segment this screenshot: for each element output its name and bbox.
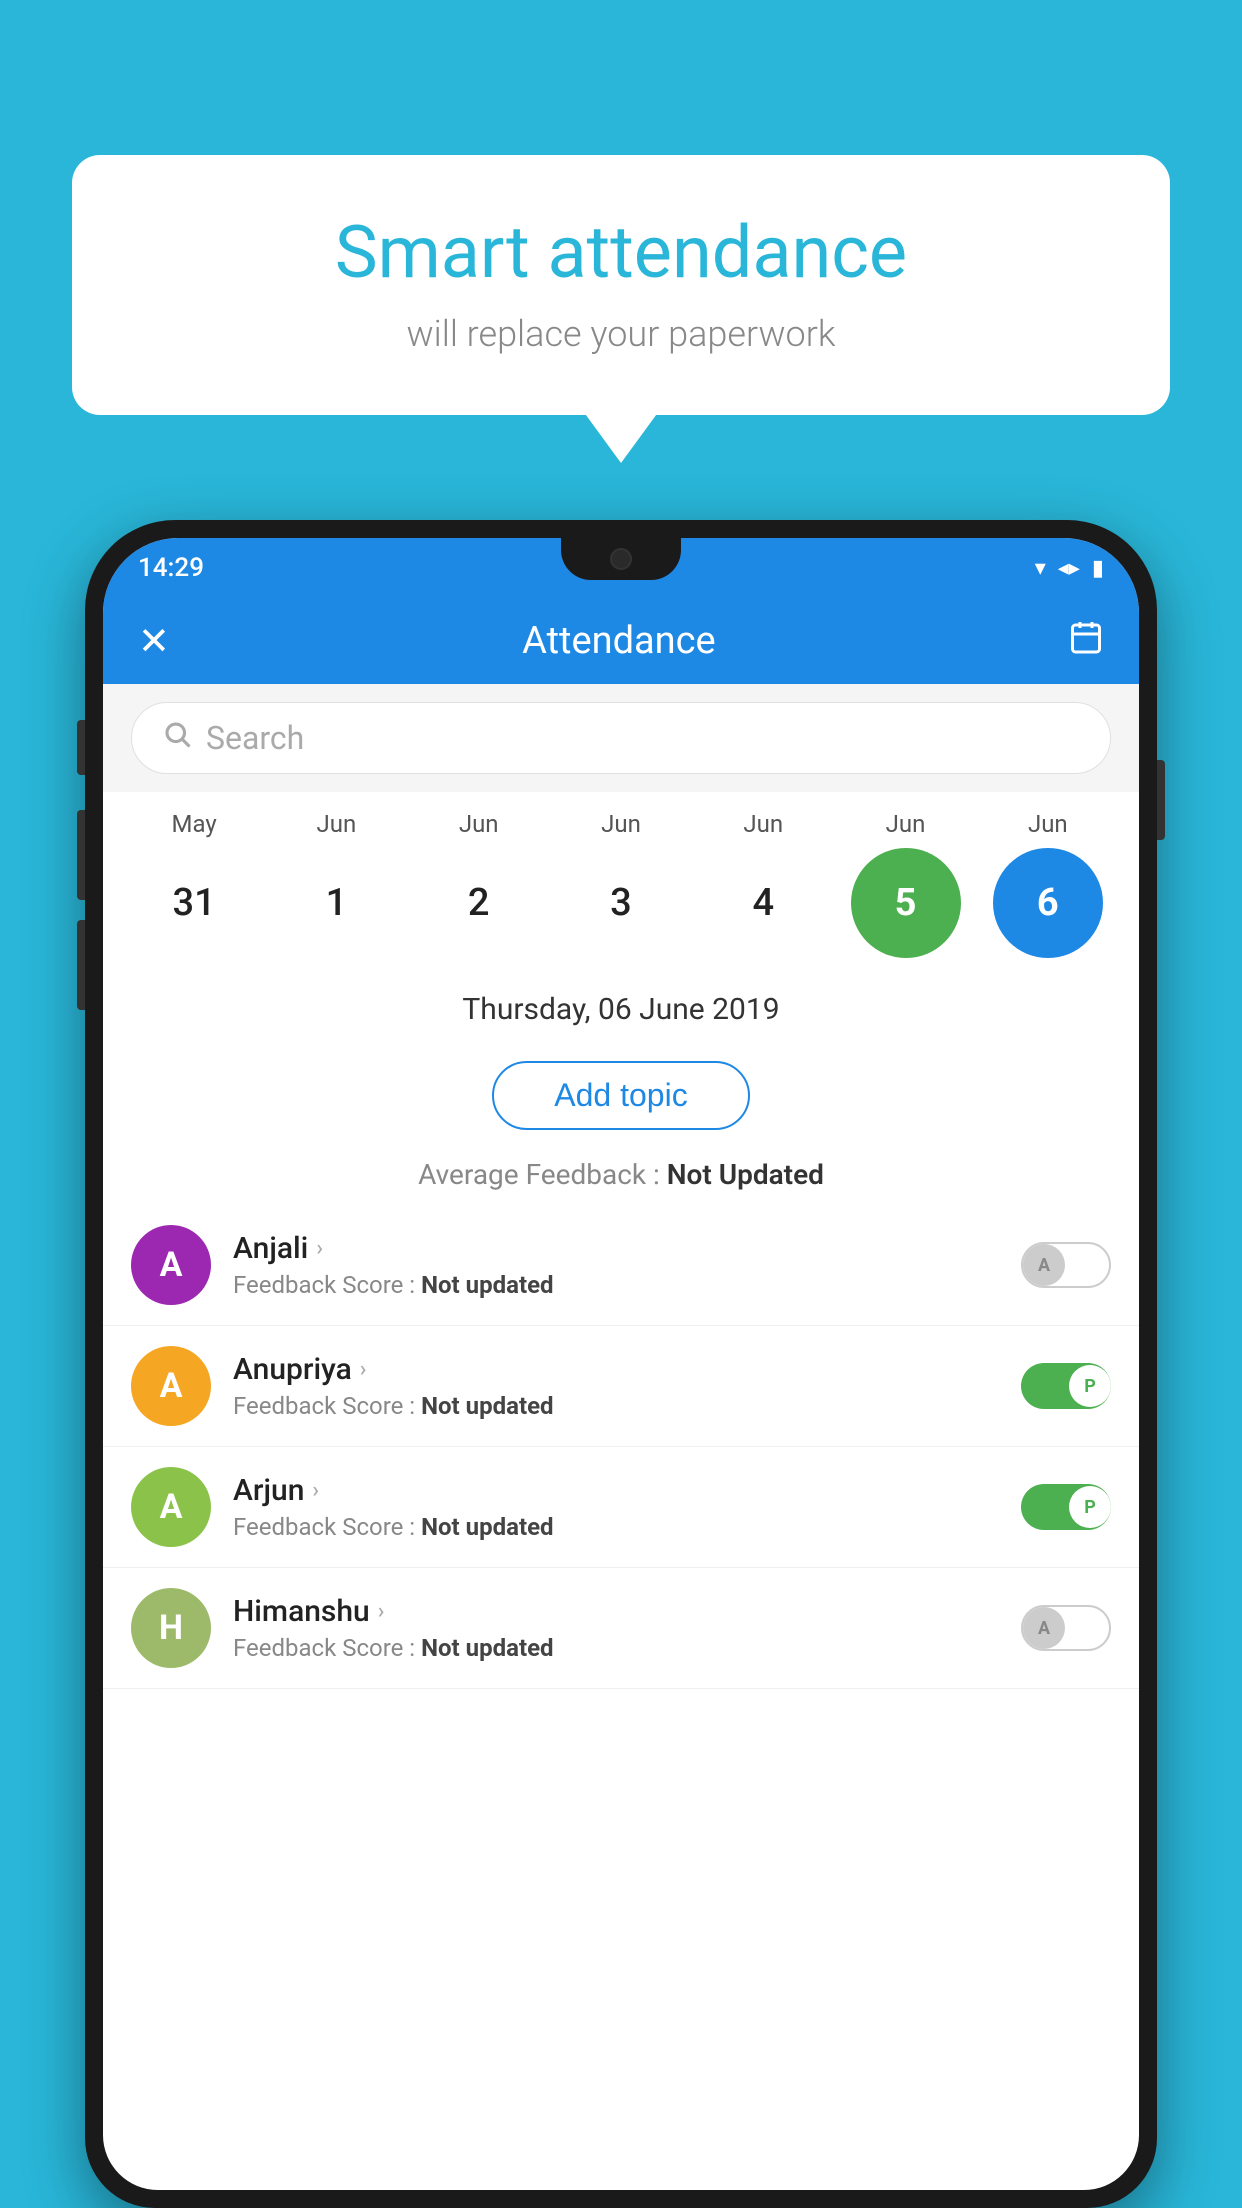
signal-icon: ◂▸ [1058, 556, 1080, 581]
toggle-off-himanshu[interactable]: A [1021, 1605, 1111, 1651]
student-list: A Anjali › Feedback Score : Not updated … [103, 1205, 1139, 1689]
toggle-anupriya[interactable]: P [1021, 1363, 1111, 1409]
power-button [1157, 760, 1165, 840]
toggle-anjali[interactable]: A [1021, 1242, 1111, 1288]
volume-up-button [77, 810, 85, 900]
speech-bubble-subtitle: will replace your paperwork [132, 313, 1110, 355]
student-item-arjun[interactable]: A Arjun › Feedback Score : Not updated P [103, 1447, 1139, 1568]
student-name-himanshu: Himanshu › [233, 1594, 1007, 1629]
cal-month-2: Jun [424, 810, 534, 838]
avg-feedback: Average Feedback : Not Updated [103, 1150, 1139, 1205]
student-feedback-arjun: Feedback Score : Not updated [233, 1513, 1007, 1541]
toggle-knob-arjun: P [1069, 1486, 1111, 1528]
calendar-icon[interactable] [1068, 619, 1104, 663]
speech-bubble-container: Smart attendance will replace your paper… [72, 155, 1170, 415]
cal-day-4[interactable]: 4 [708, 848, 818, 958]
student-item-anjali[interactable]: A Anjali › Feedback Score : Not updated … [103, 1205, 1139, 1326]
cal-day-31[interactable]: 31 [139, 848, 249, 958]
volume-down-button [77, 920, 85, 1010]
toggle-knob-anjali: A [1023, 1244, 1065, 1286]
chevron-arjun: › [312, 1478, 319, 1503]
toggle-knob-himanshu: A [1023, 1607, 1065, 1649]
date-display: Thursday, 06 June 2019 [103, 978, 1139, 1035]
student-feedback-himanshu: Feedback Score : Not updated [233, 1634, 1007, 1662]
header-title: Attendance [522, 619, 716, 663]
student-item-himanshu[interactable]: H Himanshu › Feedback Score : Not update… [103, 1568, 1139, 1689]
student-name-anupriya: Anupriya › [233, 1352, 1007, 1387]
cal-month-0: May [139, 810, 249, 838]
close-button[interactable]: ✕ [138, 619, 170, 664]
battery-icon: ▮ [1092, 556, 1104, 581]
avatar-himanshu: H [131, 1588, 211, 1668]
student-feedback-anupriya: Feedback Score : Not updated [233, 1392, 1007, 1420]
cal-day-2[interactable]: 2 [424, 848, 534, 958]
add-topic-area: Add topic [103, 1035, 1139, 1150]
toggle-arjun[interactable]: P [1021, 1484, 1111, 1530]
chevron-anjali: › [316, 1236, 323, 1261]
cal-day-1[interactable]: 1 [281, 848, 391, 958]
calendar-row: May Jun Jun Jun Jun Jun Jun 31 1 2 3 4 5… [103, 792, 1139, 978]
wifi-icon: ▾ [1035, 556, 1046, 581]
add-topic-button[interactable]: Add topic [492, 1061, 749, 1130]
avg-feedback-value: Not Updated [667, 1158, 824, 1191]
app-header: ✕ Attendance [103, 598, 1139, 684]
notch [561, 538, 681, 580]
calendar-days: 31 1 2 3 4 5 6 [103, 838, 1139, 978]
search-bar[interactable]: Search [131, 702, 1111, 774]
chevron-anupriya: › [360, 1357, 367, 1382]
mute-button [77, 720, 85, 775]
avatar-anupriya: A [131, 1346, 211, 1426]
student-name-arjun: Arjun › [233, 1473, 1007, 1508]
search-input-placeholder: Search [206, 719, 304, 757]
phone-screen: 14:29 ▾ ◂▸ ▮ ✕ Attendance Se [103, 538, 1139, 2190]
student-info-arjun: Arjun › Feedback Score : Not updated [233, 1473, 1007, 1541]
avatar-anjali: A [131, 1225, 211, 1305]
cal-day-5-selected[interactable]: 5 [851, 848, 961, 958]
cal-month-6: Jun [993, 810, 1103, 838]
avatar-arjun: A [131, 1467, 211, 1547]
search-container: Search [103, 684, 1139, 792]
student-item-anupriya[interactable]: A Anupriya › Feedback Score : Not update… [103, 1326, 1139, 1447]
cal-day-6-today[interactable]: 6 [993, 848, 1103, 958]
cal-month-1: Jun [281, 810, 391, 838]
search-icon [162, 719, 192, 757]
speech-bubble-title: Smart attendance [132, 210, 1110, 295]
status-time: 14:29 [138, 553, 204, 583]
student-info-anupriya: Anupriya › Feedback Score : Not updated [233, 1352, 1007, 1420]
speech-bubble: Smart attendance will replace your paper… [72, 155, 1170, 415]
camera [610, 548, 632, 570]
student-name-anjali: Anjali › [233, 1231, 1007, 1266]
toggle-on-arjun[interactable]: P [1021, 1484, 1111, 1530]
cal-month-4: Jun [708, 810, 818, 838]
avg-feedback-label: Average Feedback : [418, 1158, 667, 1191]
status-icons: ▾ ◂▸ ▮ [1035, 556, 1104, 581]
student-info-himanshu: Himanshu › Feedback Score : Not updated [233, 1594, 1007, 1662]
student-info-anjali: Anjali › Feedback Score : Not updated [233, 1231, 1007, 1299]
cal-month-5: Jun [851, 810, 961, 838]
cal-month-3: Jun [566, 810, 676, 838]
toggle-himanshu[interactable]: A [1021, 1605, 1111, 1651]
toggle-knob-anupriya: P [1069, 1365, 1111, 1407]
toggle-off-anjali[interactable]: A [1021, 1242, 1111, 1288]
toggle-on-anupriya[interactable]: P [1021, 1363, 1111, 1409]
cal-day-3[interactable]: 3 [566, 848, 676, 958]
status-bar: 14:29 ▾ ◂▸ ▮ [103, 538, 1139, 598]
calendar-months: May Jun Jun Jun Jun Jun Jun [103, 810, 1139, 838]
chevron-himanshu: › [378, 1599, 385, 1624]
phone-frame: 14:29 ▾ ◂▸ ▮ ✕ Attendance Se [85, 520, 1157, 2208]
student-feedback-anjali: Feedback Score : Not updated [233, 1271, 1007, 1299]
